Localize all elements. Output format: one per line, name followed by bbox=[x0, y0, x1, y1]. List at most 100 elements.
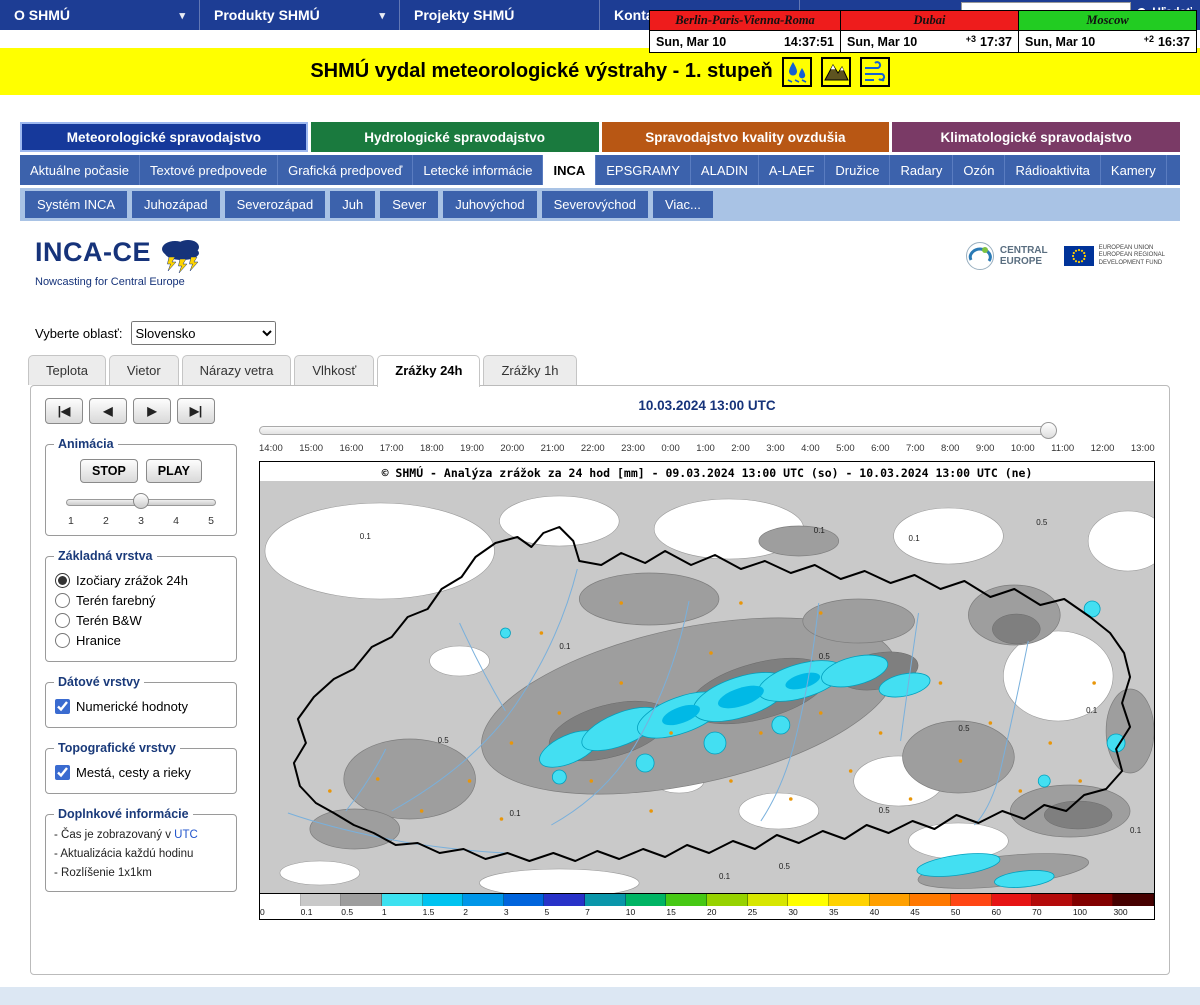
clock-zone-dubai: DubaiSun, Mar 10+317:37 bbox=[840, 11, 1018, 52]
regionnav-juh[interactable]: Juh bbox=[330, 191, 375, 218]
nav-item-projekty-shm[interactable]: Projekty SHMÚ bbox=[400, 0, 600, 30]
subnav-dru-ice[interactable]: Družice bbox=[825, 155, 890, 185]
viewtab-teplota[interactable]: Teplota bbox=[28, 355, 106, 385]
wind-warning-icon[interactable] bbox=[860, 57, 890, 87]
radio-label: Terén farebný bbox=[76, 593, 156, 608]
radio-option-hranice[interactable]: Hranice bbox=[55, 633, 227, 648]
regionnav-viac[interactable]: Viac... bbox=[653, 191, 713, 218]
radio-input[interactable] bbox=[55, 573, 70, 588]
subnav-kamery[interactable]: Kamery bbox=[1101, 155, 1167, 185]
clock-time-row: Sun, Mar 10 +317:37 bbox=[841, 30, 1018, 52]
skip-start-button[interactable]: |◀ bbox=[45, 398, 83, 424]
precipitation-map: © SHMÚ - Analýza zrážok za 24 hod [mm] -… bbox=[259, 461, 1155, 920]
regionnav-severoz-pad[interactable]: Severozápad bbox=[225, 191, 326, 218]
speed-slider[interactable] bbox=[66, 493, 216, 511]
tab-klimatologick-spravodajstvo[interactable]: Klimatologické spravodajstvo bbox=[892, 122, 1180, 152]
viewtab-vietor[interactable]: Vietor bbox=[109, 355, 179, 385]
contour-label: 0.5 bbox=[1036, 518, 1048, 527]
checkbox-option-numerick-hodnoty[interactable]: Numerické hodnoty bbox=[55, 699, 227, 714]
logo-row: INCA-CE Nowcasting for Central Europe bbox=[20, 221, 1180, 318]
tab-hydrologick-spravodajstvo[interactable]: Hydrologické spravodajstvo bbox=[311, 122, 599, 152]
info-line: - Čas je zobrazovaný v UTC bbox=[54, 826, 228, 845]
rain-warning-icon[interactable] bbox=[782, 57, 812, 87]
regionnav-juhoz-pad[interactable]: Juhozápad bbox=[132, 191, 220, 218]
info-box: Doplnkové informácie - Čas je zobrazovan… bbox=[45, 807, 237, 892]
subnav-oz-n[interactable]: Ozón bbox=[953, 155, 1005, 185]
topo-layers-legend: Topografické vrstvy bbox=[54, 741, 180, 755]
skip-end-button[interactable]: ▶| bbox=[177, 398, 215, 424]
regionnav-sever[interactable]: Sever bbox=[380, 191, 438, 218]
viewtab-zr-ky-1h[interactable]: Zrážky 1h bbox=[483, 355, 576, 385]
contour-label: 0.1 bbox=[360, 532, 372, 541]
info-lines: - Čas je zobrazovaný v UTC- Aktualizácia… bbox=[54, 826, 228, 883]
checkbox-input[interactable] bbox=[55, 765, 70, 780]
time-tick: 20:00 bbox=[500, 443, 524, 454]
animation-controls: Animácia STOP PLAY 12345 bbox=[45, 437, 237, 536]
checkbox-label: Mestá, cesty a rieky bbox=[76, 765, 191, 780]
clock-date: Sun, Mar 10 bbox=[847, 35, 917, 49]
section-tabs: Meteorologické spravodajstvoHydrologické… bbox=[20, 122, 1180, 152]
clock-utc-offset: +2 bbox=[1144, 34, 1154, 44]
radio-input[interactable] bbox=[55, 593, 70, 608]
subnav-aktu-lne-po-asie[interactable]: Aktuálne počasie bbox=[20, 155, 140, 185]
inca-panel: |◀◀▶▶| Animácia STOP PLAY 12345 Základná… bbox=[30, 385, 1170, 975]
legend-color-cell bbox=[626, 894, 667, 906]
subnav-textov-predpovede[interactable]: Textové predpovede bbox=[140, 155, 278, 185]
viewtab-vlhkos[interactable]: Vlhkosť bbox=[294, 355, 374, 385]
subnav-epsgramy[interactable]: EPSGRAMY bbox=[596, 155, 691, 185]
regionnav-severov-chod[interactable]: Severovýchod bbox=[542, 191, 648, 218]
nav-item-produkty-shm[interactable]: Produkty SHMÚ▾ bbox=[200, 0, 400, 30]
viewtab-zr-ky-24h[interactable]: Zrážky 24h bbox=[377, 355, 480, 387]
radio-input[interactable] bbox=[55, 613, 70, 628]
nav-item-o-shm[interactable]: O SHMÚ▾ bbox=[0, 0, 200, 30]
avalanche-warning-icon[interactable] bbox=[821, 57, 851, 87]
speed-marks: 12345 bbox=[68, 515, 214, 527]
checkbox-option-mest-cesty-a-rieky[interactable]: Mestá, cesty a rieky bbox=[55, 765, 227, 780]
stop-button[interactable]: STOP bbox=[80, 459, 138, 483]
regionnav-juhov-chod[interactable]: Juhovýchod bbox=[443, 191, 536, 218]
radio-option-izo-iary-zr-ok-24h[interactable]: Izočiary zrážok 24h bbox=[55, 573, 227, 588]
legend-tick-label: 30 bbox=[788, 907, 829, 917]
viewtab-n-razy-vetra[interactable]: Nárazy vetra bbox=[182, 355, 292, 385]
central-europe-logo: CENTRAL EUROPE bbox=[965, 241, 1048, 271]
logo-subtitle: Nowcasting for Central Europe bbox=[35, 276, 207, 288]
tab-meteorologick-spravodajstvo[interactable]: Meteorologické spravodajstvo bbox=[20, 122, 308, 152]
legend-tick-label: 25 bbox=[748, 907, 789, 917]
radio-option-ter-n-farebn[interactable]: Terén farebný bbox=[55, 593, 227, 608]
radio-input[interactable] bbox=[55, 633, 70, 648]
subnav-radary[interactable]: Radary bbox=[890, 155, 953, 185]
time-tick: 12:00 bbox=[1091, 443, 1115, 454]
subnav-inca[interactable]: INCA bbox=[543, 155, 596, 185]
step-back-button[interactable]: ◀ bbox=[89, 398, 127, 424]
radio-option-ter-n-b-w[interactable]: Terén B&W bbox=[55, 613, 227, 628]
subnav-aladin[interactable]: ALADIN bbox=[691, 155, 759, 185]
subnav-leteck-inform-cie[interactable]: Letecké informácie bbox=[413, 155, 543, 185]
contour-label: 0.1 bbox=[509, 809, 521, 818]
area-select[interactable]: Slovensko bbox=[131, 321, 276, 345]
legend-tick-label: 35 bbox=[829, 907, 870, 917]
step-forward-button[interactable]: ▶ bbox=[133, 398, 171, 424]
time-slider[interactable] bbox=[259, 421, 1155, 441]
subnav-r-dioaktivita[interactable]: Rádioaktivita bbox=[1005, 155, 1100, 185]
legend-tick-label: 70 bbox=[1032, 907, 1073, 917]
legend-tick-label: 2 bbox=[463, 907, 504, 917]
legend-labels: 00.10.511.523571015202530354045506070100… bbox=[260, 906, 1154, 919]
speed-slider-handle[interactable] bbox=[133, 493, 149, 509]
radio-label: Terén B&W bbox=[76, 613, 142, 628]
regionnav-syst-m-inca[interactable]: Systém INCA bbox=[25, 191, 127, 218]
clock-time: +317:37 bbox=[966, 35, 1012, 49]
data-layers-legend: Dátové vrstvy bbox=[54, 675, 144, 689]
play-button[interactable]: PLAY bbox=[146, 459, 202, 483]
time-slider-handle[interactable] bbox=[1040, 422, 1057, 439]
checkbox-input[interactable] bbox=[55, 699, 70, 714]
clock-city-label: Moscow bbox=[1019, 11, 1196, 30]
tab-spravodajstvo-kvality-ovzdu-ia[interactable]: Spravodajstvo kvality ovzdušia bbox=[602, 122, 890, 152]
subnav-grafick-predpove[interactable]: Grafická predpoveď bbox=[278, 155, 413, 185]
nav-item-label: O SHMÚ bbox=[14, 7, 70, 23]
data-layer-options: Numerické hodnoty bbox=[54, 699, 228, 714]
nav-item-label: Projekty SHMÚ bbox=[414, 7, 514, 23]
utc-link[interactable]: UTC bbox=[174, 829, 198, 841]
subnav-a-laef[interactable]: A-LAEF bbox=[759, 155, 826, 185]
map-canvas[interactable]: 0.10.10.10.50.10.50.50.10.50.50.10.10.50… bbox=[260, 481, 1154, 893]
legend-tick-label: 10 bbox=[626, 907, 667, 917]
